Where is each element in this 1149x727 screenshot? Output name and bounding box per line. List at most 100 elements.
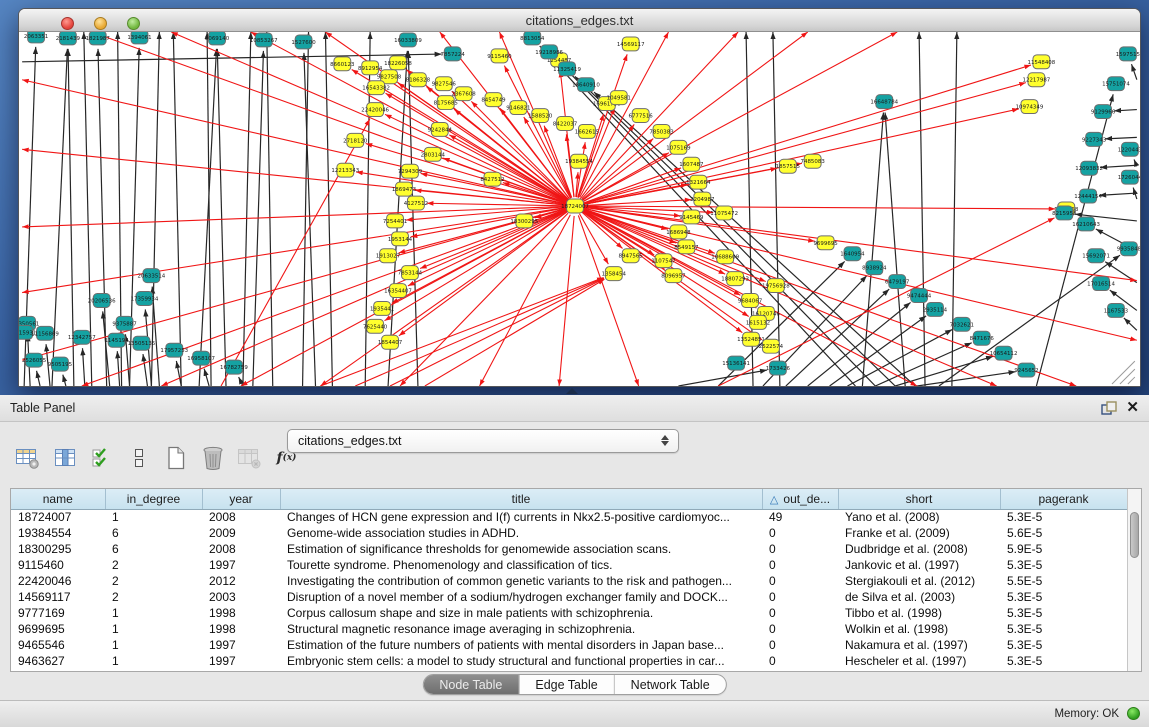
column-header-title[interactable]: title	[280, 489, 762, 509]
vertical-scrollbar[interactable]	[1127, 489, 1141, 671]
graph-node[interactable]: 2522574	[759, 339, 784, 353]
graph-node[interactable]: 7294309	[398, 164, 423, 178]
column-header-name[interactable]: name	[11, 489, 105, 509]
graph-node[interactable]: 1686948	[666, 225, 691, 239]
graph-node[interactable]: 6777516	[629, 109, 654, 123]
column-header-pagerank[interactable]: pagerank	[1000, 489, 1127, 509]
close-icon[interactable]: ✕	[1126, 399, 1139, 417]
graph-node[interactable]: 15692071	[1082, 249, 1110, 263]
tab-node-table[interactable]: Node Table	[423, 675, 519, 694]
graph-node[interactable]: 7032621	[950, 317, 974, 331]
graph-node[interactable]: 8186328	[406, 73, 431, 87]
splitter-handle[interactable]	[566, 388, 578, 394]
table-row[interactable]: 911546021997Tourette syndrome. Phenomeno…	[11, 557, 1127, 573]
graph-node[interactable]: 12093832	[1075, 161, 1103, 175]
table-row[interactable]: 2242004622012Investigating the contribut…	[11, 573, 1127, 589]
graph-node[interactable]: 1854407	[378, 335, 402, 349]
graph-node[interactable]: 11075472	[710, 206, 738, 220]
graph-node[interactable]: 8427512	[480, 172, 504, 186]
graph-node[interactable]: 16648784	[870, 95, 898, 109]
graph-node[interactable]: 2718120	[343, 133, 368, 147]
graph-node[interactable]: 9505195	[48, 357, 72, 371]
graph-node[interactable]: 7857224	[441, 47, 466, 61]
new-document-icon[interactable]	[162, 444, 189, 472]
graph-node[interactable]: 1607487	[679, 157, 703, 171]
graph-node[interactable]: 1527600	[291, 35, 316, 49]
graph-node[interactable]: 9245652	[1014, 363, 1038, 377]
node-table-grid[interactable]: namein_degreeyeartitle△ out_de...shortpa…	[11, 489, 1128, 669]
graph-node[interactable]: 1953144	[388, 232, 413, 246]
graph-node[interactable]: 1640954	[840, 247, 865, 261]
graph-node[interactable]: 1107547	[651, 254, 675, 268]
graph-node[interactable]: 1597515	[1116, 47, 1140, 61]
graph-node[interactable]: 1935441	[370, 301, 394, 315]
graph-node[interactable]: 3069140	[205, 32, 230, 45]
column-header-in_degree[interactable]: in_degree	[105, 489, 202, 509]
table-row[interactable]: 1830029562008Estimation of significance …	[11, 541, 1127, 557]
graph-node[interactable]: 7853144	[398, 266, 423, 280]
table-row[interactable]: 969969511998Structural magnetic resonanc…	[11, 621, 1127, 637]
graph-node[interactable]: 9115460	[487, 49, 512, 63]
graph-node[interactable]: 9935848	[1117, 242, 1140, 256]
table-row[interactable]: 946362711997Embryonic stem cells: a mode…	[11, 653, 1127, 669]
table-row[interactable]: 1872400712008Changes of HCN gene express…	[11, 509, 1127, 525]
graph-node[interactable]: 7485083	[801, 154, 826, 168]
column-header-out_de[interactable]: △ out_de...	[762, 489, 838, 509]
graph-node[interactable]: 1913027	[376, 249, 400, 263]
graph-node[interactable]: 9146821	[506, 101, 530, 115]
node-table[interactable]: namein_degreeyeartitle△ out_de...shortpa…	[10, 488, 1142, 672]
delete-table-icon[interactable]	[199, 444, 226, 472]
graph-node[interactable]: 8947565	[619, 249, 643, 263]
scrollbar-thumb[interactable]	[1130, 512, 1139, 558]
graph-node[interactable]: 8175685	[434, 96, 458, 110]
graph-node[interactable]: 8660123	[330, 57, 355, 71]
graph-node[interactable]: 8471676	[970, 331, 995, 345]
graph-node[interactable]: 9129966	[1091, 105, 1116, 119]
graph-node[interactable]: 17359934	[131, 292, 159, 306]
graph-node[interactable]: 1662615	[575, 124, 599, 138]
graph-node[interactable]: 10853267	[250, 33, 278, 47]
network-canvas[interactable]: 1872400786601238912954182260589827508165…	[19, 32, 1140, 386]
graph-node[interactable]: 6479197	[885, 275, 909, 289]
graph-node[interactable]: 17016514	[1087, 277, 1115, 291]
graph-node[interactable]: 15751074	[1102, 77, 1130, 91]
tab-network-table[interactable]: Network Table	[615, 675, 726, 694]
graph-node[interactable]: 9242844	[428, 122, 453, 136]
graph-node[interactable]: 8454749	[481, 93, 506, 107]
graph-node[interactable]: 12213343	[331, 163, 359, 177]
graph-node[interactable]: 1220443	[1118, 142, 1140, 156]
graph-node[interactable]: 9827546	[432, 77, 457, 91]
table-row[interactable]: 946554611997Estimation of the future num…	[11, 637, 1127, 653]
row-height-icon[interactable]	[125, 444, 152, 472]
graph-node[interactable]: 8912954	[358, 61, 383, 75]
resize-grip-icon[interactable]	[1112, 361, 1135, 384]
graph-node[interactable]: 8549157	[674, 240, 698, 254]
table-row[interactable]: 1938455462009Genome-wide association stu…	[11, 525, 1127, 541]
graph-node[interactable]: 4127512	[404, 196, 428, 210]
graph-node[interactable]: 7850383	[649, 124, 674, 138]
column-header-year[interactable]: year	[202, 489, 280, 509]
graph-node[interactable]: 8096957	[661, 269, 685, 283]
graph-node[interactable]: 17957253	[160, 343, 188, 357]
graph-node[interactable]: 1857515	[776, 159, 800, 173]
graph-node[interactable]: 12444154	[1074, 189, 1102, 203]
graph-node[interactable]: 13505135	[128, 336, 156, 350]
graph-node[interactable]: 8938924	[862, 261, 887, 275]
graph-node[interactable]: 1726044	[1118, 170, 1140, 184]
graph-node[interactable]: 8813054	[520, 32, 545, 45]
graph-node[interactable]: 2526055	[22, 353, 46, 367]
graph-node[interactable]: 2367608	[452, 87, 477, 101]
tab-edge-table[interactable]: Edge Table	[519, 675, 614, 694]
table-row[interactable]: 977716911998Corpus callosum shape and si…	[11, 605, 1127, 621]
table-selector-dropdown[interactable]: citations_edges.txt	[287, 429, 679, 453]
graph-node[interactable]: 1733426	[766, 361, 791, 375]
graph-node[interactable]: 1588520	[528, 109, 553, 123]
graph-node[interactable]: 2063351	[24, 32, 48, 43]
table-row[interactable]: 1456911722003Disruption of a novel membe…	[11, 589, 1127, 605]
graph-node[interactable]: 14569117	[617, 37, 645, 51]
graph-node[interactable]: 2803144	[421, 147, 446, 161]
graph-node[interactable]: 2204987	[690, 192, 714, 206]
graph-node[interactable]: 9699695	[813, 236, 837, 250]
graph-node[interactable]: 1075169	[666, 140, 691, 154]
graph-node[interactable]: 2181439	[56, 32, 81, 45]
